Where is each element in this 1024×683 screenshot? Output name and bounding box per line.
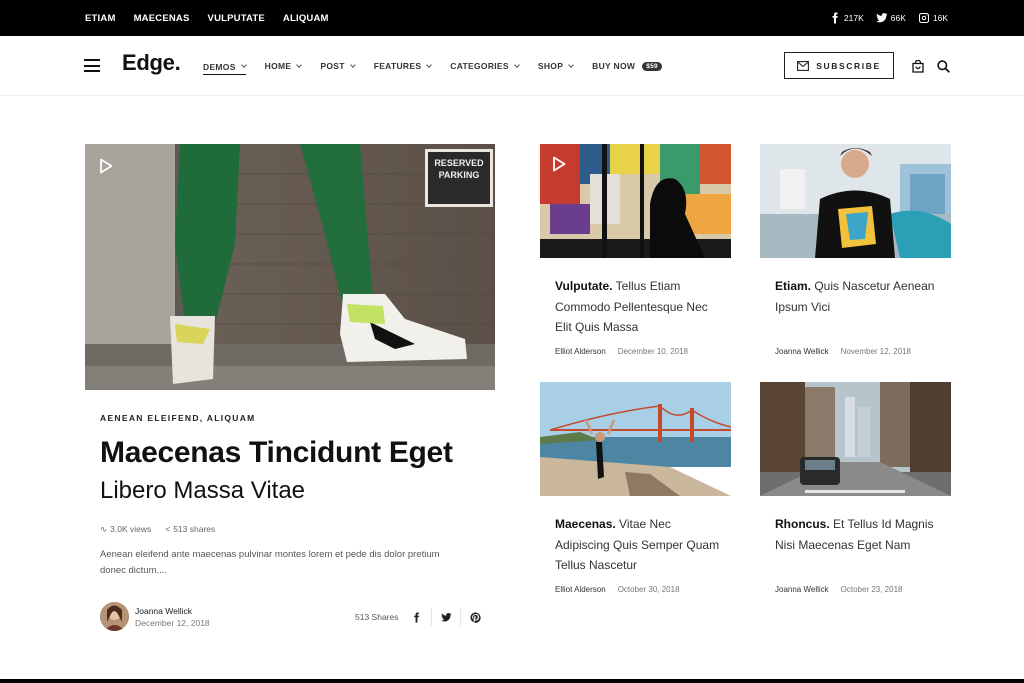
facebook-count: 217K	[843, 13, 864, 23]
twitter-icon	[440, 612, 452, 621]
post-card-title[interactable]: Maecenas. Vitae Nec Adipiscing Quis Semp…	[555, 514, 727, 576]
post-card-date: October 23, 2018	[840, 585, 903, 594]
post-card-meta: Elliot Alderson December 10, 2018	[555, 347, 688, 356]
social-counters: 217K 66K 16K	[829, 0, 948, 36]
post-card-meta: Elliot Alderson October 30, 2018	[555, 585, 680, 594]
cart-icon[interactable]	[912, 60, 924, 73]
post-card-author[interactable]: Joanna Wellick	[775, 347, 829, 356]
post-card-image[interactable]	[760, 382, 951, 496]
social-instagram[interactable]: 16K	[918, 12, 948, 24]
photo-man-tshirt	[760, 144, 951, 258]
featured-title-line1[interactable]: Maecenas Tincidunt Eget	[100, 436, 453, 470]
play-icon[interactable]	[552, 156, 566, 172]
post-card-title[interactable]: Vulputate. Tellus Etiam Commodo Pellente…	[555, 276, 727, 338]
avatar[interactable]	[100, 602, 129, 631]
chevron-down-icon	[514, 61, 520, 68]
envelope-icon	[797, 60, 810, 71]
post-card-meta: Joanna Wellick October 23, 2018	[775, 585, 902, 594]
chevron-down-icon	[349, 61, 356, 68]
nav-item-home[interactable]: HOME	[265, 61, 303, 71]
pulse-icon: ∿	[100, 524, 108, 534]
social-twitter[interactable]: 66K	[876, 12, 906, 24]
top-links: ETIAM MAECENAS VULPUTATE ALIQUAM	[85, 0, 329, 36]
nav-item-demos[interactable]: DEMOS	[203, 62, 247, 75]
share-buttons	[402, 608, 489, 626]
featured-author[interactable]: Joanna Wellick	[135, 606, 192, 616]
nav-item-features[interactable]: FEATURES	[374, 61, 433, 71]
share-icon: <	[165, 524, 171, 534]
page: ETIAM MAECENAS VULPUTATE ALIQUAM 217K 66…	[0, 0, 1024, 683]
main-nav: DEMOS HOME POST FEATURES CATEGORIES SHOP…	[203, 36, 662, 96]
share-pinterest-button[interactable]	[460, 608, 489, 626]
shares-stat: <513 shares	[165, 524, 216, 534]
featured-image[interactable]: RESERVED PARKING	[85, 144, 495, 390]
site-logo[interactable]: Edge.	[122, 50, 181, 76]
views-stat: ∿ 3.0K views	[100, 524, 152, 534]
share-count: 513 Shares	[355, 612, 399, 622]
parking-sign-line2: PARKING	[439, 170, 480, 180]
facebook-icon	[832, 12, 838, 24]
photo-graffiti-silhouette	[540, 144, 731, 258]
nav-item-post[interactable]: POST	[320, 61, 356, 71]
chevron-down-icon	[568, 61, 575, 68]
post-card-image[interactable]	[540, 382, 731, 496]
featured-date: December 12, 2018	[135, 618, 210, 628]
subscribe-button[interactable]: SUBSCRIBE	[784, 52, 894, 79]
share-facebook-button[interactable]	[402, 608, 431, 626]
photo-city-street	[760, 382, 951, 496]
nav-item-buy-now[interactable]: BUY NOW $59	[592, 61, 662, 71]
site-header: Edge. DEMOS HOME POST FEATURES CATEGORIE…	[0, 36, 1024, 96]
top-bar: ETIAM MAECENAS VULPUTATE ALIQUAM 217K 66…	[0, 0, 1024, 36]
share-twitter-button[interactable]	[431, 608, 460, 626]
post-card-date: December 10, 2018	[617, 347, 688, 356]
featured-photo: RESERVED PARKING	[85, 144, 495, 390]
bottom-bar	[0, 679, 1024, 683]
featured-title-line2[interactable]: Libero Massa Vitae	[100, 477, 305, 505]
post-card-image[interactable]	[540, 144, 731, 258]
post-card-author[interactable]: Elliot Alderson	[555, 585, 606, 594]
pinterest-icon	[469, 611, 481, 623]
featured-categories[interactable]: AENEAN ELEIFEND, ALIQUAM	[100, 413, 256, 423]
post-card-author[interactable]: Joanna Wellick	[775, 585, 829, 594]
instagram-count: 16K	[932, 13, 948, 23]
price-badge: $59	[642, 61, 662, 71]
parking-sign-line1: RESERVED	[434, 158, 484, 168]
top-link-vulputate[interactable]: VULPUTATE	[208, 13, 265, 24]
nav-item-shop[interactable]: SHOP	[538, 61, 575, 71]
post-card-date: October 30, 2018	[617, 585, 680, 594]
photo-golden-gate	[540, 382, 731, 496]
featured-excerpt: Aenean eleifend ante maecenas pulvinar m…	[100, 549, 440, 576]
top-link-aliquam[interactable]: ALIQUAM	[283, 13, 329, 24]
search-icon[interactable]	[937, 60, 950, 73]
post-card-image[interactable]	[760, 144, 951, 258]
post-card-title[interactable]: Rhoncus. Et Tellus Id Magnis Nisi Maecen…	[775, 514, 947, 555]
twitter-icon	[876, 13, 888, 23]
hamburger-menu-icon[interactable]	[84, 59, 100, 72]
chevron-down-icon	[426, 61, 433, 68]
twitter-count: 66K	[890, 13, 906, 23]
instagram-icon	[918, 13, 929, 23]
facebook-icon	[414, 611, 420, 623]
post-card-author[interactable]: Elliot Alderson	[555, 347, 606, 356]
social-facebook[interactable]: 217K	[829, 12, 864, 24]
top-link-etiam[interactable]: ETIAM	[85, 13, 116, 24]
play-icon[interactable]	[99, 158, 113, 174]
featured-stats: ∿ 3.0K views <513 shares	[100, 524, 215, 535]
post-card-date: November 12, 2018	[840, 347, 911, 356]
chevron-down-icon	[296, 61, 303, 68]
chevron-down-icon	[240, 62, 247, 68]
post-card-meta: Joanna Wellick November 12, 2018	[775, 347, 911, 356]
nav-item-categories[interactable]: CATEGORIES	[450, 61, 520, 71]
top-link-maecenas[interactable]: MAECENAS	[134, 13, 190, 24]
post-card-title[interactable]: Etiam. Quis Nascetur Aenean Ipsum Vici	[775, 276, 947, 317]
